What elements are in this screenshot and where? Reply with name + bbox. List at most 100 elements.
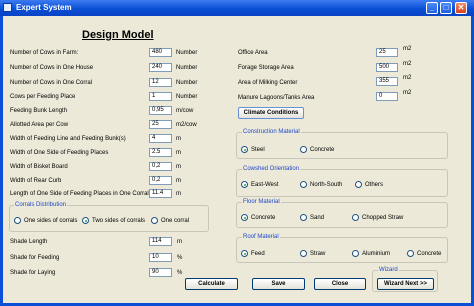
- climate-conditions-button[interactable]: Climate Conditions: [238, 107, 304, 119]
- field-unit: %: [177, 255, 183, 261]
- field-unit: m2: [403, 75, 412, 81]
- radio-label: Feed: [251, 251, 265, 257]
- field-label: Feeding Bunk Length: [10, 108, 68, 114]
- radio-label: One sides of corrals: [24, 218, 78, 224]
- field-label: Width of Bisket Board: [10, 164, 68, 170]
- radio-label: North-South: [310, 182, 343, 188]
- radio-feed[interactable]: [241, 250, 248, 257]
- feeding-line-width-input[interactable]: 4: [149, 134, 172, 143]
- group-title: Cowshed Orientation: [242, 166, 301, 172]
- maximize-button[interactable]: □: [440, 2, 452, 14]
- radio-north-south[interactable]: [300, 181, 307, 188]
- close-button[interactable]: Close: [314, 278, 366, 290]
- calculate-button[interactable]: Calculate: [185, 278, 238, 290]
- radio-straw[interactable]: [300, 250, 307, 257]
- feeding-bunk-length-input[interactable]: 0,95: [149, 106, 172, 115]
- field-label: Number of Cows in One Corral: [10, 80, 93, 86]
- bisket-board-width-input[interactable]: 0,2: [149, 162, 172, 171]
- radio-label: Chopped Straw: [362, 215, 404, 221]
- field-unit: %: [177, 270, 183, 276]
- field-label: Number of Cows in One House: [10, 65, 94, 71]
- field-unit: m2: [403, 90, 412, 96]
- feeding-places-length-input[interactable]: 11.4: [149, 189, 172, 198]
- cows-per-feeding-place-input[interactable]: 1: [149, 92, 172, 101]
- field-label: Number of Cows in Farm:: [10, 50, 79, 56]
- radio-others[interactable]: [355, 181, 362, 188]
- office-area-input[interactable]: 25: [376, 48, 398, 57]
- radio-label: Steel: [251, 147, 265, 153]
- close-window-button[interactable]: ✕: [455, 2, 467, 14]
- radio-label: Concrete: [310, 147, 335, 153]
- field-label: Cows per Feeding Place: [10, 94, 76, 100]
- minimize-button[interactable]: _: [426, 2, 438, 14]
- field-label: Allotted Area per Cow: [10, 122, 69, 128]
- shade-feeding-input[interactable]: 10: [149, 253, 172, 262]
- feeding-places-width-input[interactable]: 2.5: [149, 148, 172, 157]
- cows-in-house-input[interactable]: 240: [149, 63, 172, 72]
- radio-label: Sand: [310, 215, 325, 221]
- radio-label: Concrete: [417, 251, 442, 257]
- roof-material-group: Roof Material Feed Straw Aluminium Concr…: [236, 234, 448, 263]
- radio-one-side[interactable]: [14, 217, 21, 224]
- wizard-next-button[interactable]: Wizard Next >>: [377, 278, 434, 290]
- field-label: Shade for Feeding: [10, 255, 60, 261]
- forage-storage-input[interactable]: 500: [376, 63, 398, 72]
- floor-material-group: Floor Material Concrete Sand Chopped Str…: [236, 199, 448, 228]
- field-label: Width of Rear Curb: [10, 178, 62, 184]
- field-label: Manure Lagoons/Tanks Area: [238, 95, 315, 101]
- field-label: Area of Milking Center: [238, 80, 298, 86]
- shade-laying-input[interactable]: 90: [149, 268, 172, 277]
- rear-curb-width-input[interactable]: 0,2: [149, 176, 172, 185]
- title-bar: Expert System _ □ ✕: [0, 0, 474, 16]
- radio-floor-concrete[interactable]: [241, 214, 248, 221]
- radio-label: One corral: [161, 218, 190, 224]
- radio-label: Straw: [310, 251, 326, 257]
- radio-chopped-straw[interactable]: [352, 214, 359, 221]
- cowshed-orientation-group: Cowshed Orientation East-West North-Sout…: [236, 166, 448, 197]
- radio-concrete[interactable]: [300, 146, 307, 153]
- field-unit: m2: [403, 61, 412, 67]
- field-label: Width of Feeding Line and Feeding Bunk(s…: [10, 136, 126, 142]
- field-unit: Number: [176, 80, 198, 86]
- field-label: Shade Length: [10, 239, 48, 245]
- radio-label: East-West: [251, 182, 279, 188]
- field-label: Forage Storage Area: [238, 65, 294, 71]
- field-unit: m: [176, 164, 181, 170]
- field-unit: Number: [176, 94, 198, 100]
- manure-lagoons-input[interactable]: 0: [376, 92, 398, 101]
- app-icon: [3, 3, 12, 12]
- field-label: Length of One Side of Feeding Places in …: [10, 191, 149, 197]
- field-unit: Number: [176, 50, 198, 56]
- radio-label: Two sides of corrals: [92, 218, 146, 224]
- radio-sand[interactable]: [300, 214, 307, 221]
- cows-in-corral-input[interactable]: 12: [149, 78, 172, 87]
- field-unit: m: [176, 150, 181, 156]
- radio-label: Others: [365, 182, 384, 188]
- cows-in-farm-input[interactable]: 480: [149, 48, 172, 57]
- field-unit: m: [176, 178, 181, 184]
- radio-label: Concrete: [251, 215, 276, 221]
- shade-length-input[interactable]: 114: [149, 237, 172, 246]
- radio-one-corral[interactable]: [151, 217, 158, 224]
- group-title: Construction Material: [242, 129, 301, 135]
- field-unit: m/cow: [176, 108, 194, 114]
- save-button[interactable]: Save: [252, 278, 305, 290]
- allotted-area-input[interactable]: 25: [149, 120, 172, 129]
- milking-center-input[interactable]: 355: [376, 77, 398, 86]
- radio-roof-concrete[interactable]: [407, 250, 414, 257]
- group-title: Floor Material: [242, 199, 281, 205]
- field-label: Office Area: [238, 50, 268, 56]
- field-unit: m: [176, 191, 181, 197]
- field-unit: m: [176, 136, 181, 142]
- radio-label: Aluminium: [362, 251, 391, 257]
- page-title: Design Model: [82, 29, 154, 41]
- construction-material-group: Construction Material Steel Concrete: [236, 129, 448, 159]
- group-title: Corrals Distribution: [14, 202, 68, 208]
- radio-aluminium[interactable]: [352, 250, 359, 257]
- field-unit: Number: [176, 65, 198, 71]
- window-title: Expert System: [16, 3, 72, 12]
- radio-steel[interactable]: [241, 146, 248, 153]
- wizard-group: Wizard Wizard Next >>: [372, 267, 438, 292]
- radio-east-west[interactable]: [241, 181, 248, 188]
- radio-two-sides[interactable]: [82, 217, 89, 224]
